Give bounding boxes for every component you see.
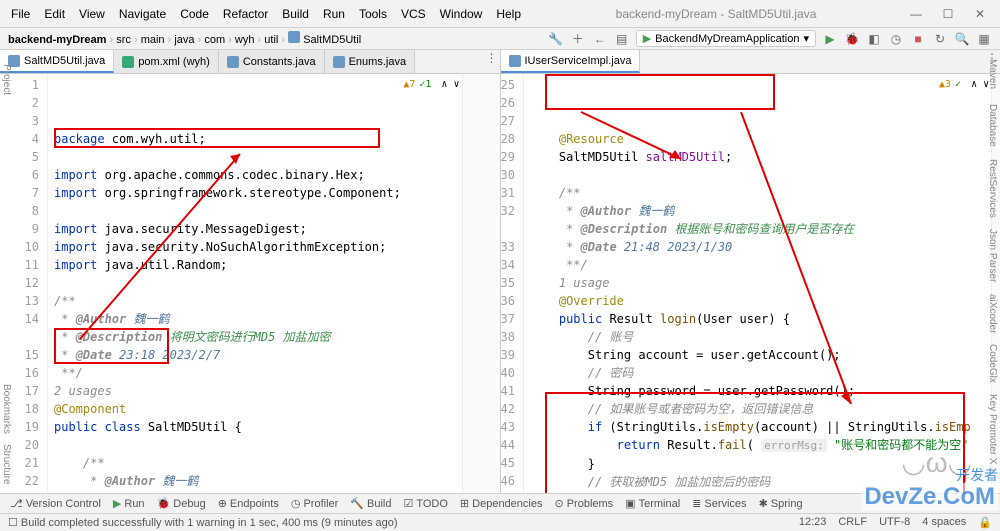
bt-debug[interactable]: 🐞 Debug bbox=[153, 497, 210, 510]
tab-iuserserviceimpl[interactable]: IUserServiceImpl.java bbox=[501, 50, 641, 73]
debug-button[interactable]: 🐞 bbox=[844, 31, 860, 47]
editor-right[interactable]: 2526272829303132333435363738394041424344… bbox=[501, 74, 1000, 500]
close-icon[interactable]: ✕ bbox=[968, 7, 992, 21]
sidetool-maven[interactable]: Maven bbox=[986, 55, 999, 93]
class-icon bbox=[227, 56, 239, 68]
chevron-down-icon: ▾ bbox=[803, 32, 809, 45]
menu-navigate[interactable]: Navigate bbox=[112, 4, 173, 24]
tab-list-icon[interactable]: ⋮ bbox=[484, 50, 500, 66]
tab-pom[interactable]: pom.xml (wyh) bbox=[114, 50, 219, 73]
bt-run[interactable]: ▶ Run bbox=[109, 497, 149, 510]
menu-run[interactable]: Run bbox=[316, 4, 352, 24]
encoding[interactable]: UTF-8 bbox=[879, 516, 910, 529]
settings-icon[interactable]: ▦ bbox=[976, 31, 992, 47]
lock-icon[interactable]: 🔒 bbox=[978, 516, 992, 529]
sidetool-keypromoter[interactable]: Key Promoter X bbox=[986, 390, 999, 469]
run-config-name: BackendMyDreamApplication bbox=[655, 33, 799, 45]
titlebar: File Edit View Navigate Code Refactor Bu… bbox=[0, 0, 1000, 28]
maximize-icon[interactable]: ☐ bbox=[936, 7, 960, 21]
tab-saltmd5util[interactable]: SaltMD5Util.java bbox=[0, 50, 114, 73]
menu-tools[interactable]: Tools bbox=[352, 4, 394, 24]
wrench-icon[interactable]: 🔧 bbox=[548, 31, 564, 47]
editor-left[interactable]: 1234567891011121314151617181920212223 ▲7… bbox=[0, 74, 501, 500]
class-icon bbox=[333, 56, 345, 68]
minimize-icon[interactable]: — bbox=[904, 7, 928, 21]
bottom-toolbar: ⎇ Version Control ▶ Run 🐞 Debug ⊕ Endpoi… bbox=[0, 493, 1000, 513]
editor-tabs: SaltMD5Util.java pom.xml (wyh) Constants… bbox=[0, 50, 1000, 74]
sidetool-database[interactable]: Database bbox=[986, 100, 999, 151]
bt-spring[interactable]: ✱ Spring bbox=[755, 497, 807, 510]
bt-version-control[interactable]: ⎇ Version Control bbox=[6, 497, 105, 510]
indent[interactable]: 4 spaces bbox=[922, 516, 966, 529]
menu-help[interactable]: Help bbox=[489, 4, 528, 24]
run-config-selector[interactable]: ▶ BackendMyDreamApplication ▾ bbox=[636, 30, 816, 47]
sidetool-bookmarks[interactable]: Bookmarks bbox=[0, 380, 13, 438]
back-icon[interactable]: ← bbox=[592, 31, 608, 47]
menu-refactor[interactable]: Refactor bbox=[216, 4, 275, 24]
run-button[interactable]: ▶ bbox=[822, 31, 838, 47]
menu-window[interactable]: Window bbox=[433, 4, 490, 24]
run-icon: ▶ bbox=[643, 32, 651, 45]
status-message: ☐ Build completed successfully with 1 wa… bbox=[8, 516, 398, 529]
menu-view[interactable]: View bbox=[72, 4, 112, 24]
breadcrumb[interactable]: backend-myDream › src › main › java › co… bbox=[8, 31, 361, 46]
line-separator[interactable]: CRLF bbox=[838, 516, 867, 529]
sidetool-restservices[interactable]: RestServices bbox=[986, 155, 999, 222]
menu-vcs[interactable]: VCS bbox=[394, 4, 433, 24]
bt-profiler[interactable]: ◷ Profiler bbox=[287, 497, 342, 510]
cursor-position[interactable]: 12:23 bbox=[799, 516, 827, 529]
tabs-left-split: SaltMD5Util.java pom.xml (wyh) Constants… bbox=[0, 50, 501, 73]
menu-build[interactable]: Build bbox=[275, 4, 316, 24]
bt-services[interactable]: ≣ Services bbox=[688, 497, 750, 510]
sidetool-structure[interactable]: Structure bbox=[0, 440, 13, 489]
tabs-right-split: IUserServiceImpl.java ⋮ bbox=[501, 50, 1000, 73]
nav-toolbar: backend-myDream › src › main › java › co… bbox=[0, 28, 1000, 50]
sidetool-jsonparser[interactable]: Json Parser bbox=[986, 225, 999, 286]
update-icon[interactable]: ↻ bbox=[932, 31, 948, 47]
window-title: backend-myDream - SaltMD5Util.java bbox=[528, 7, 904, 21]
stop-button[interactable]: ■ bbox=[910, 31, 926, 47]
bt-todo[interactable]: ☑ TODO bbox=[399, 497, 451, 510]
inspection-badge[interactable]: ▲3✓ ∧ ∨ bbox=[939, 76, 989, 94]
main-menu: File Edit View Navigate Code Refactor Bu… bbox=[4, 4, 528, 24]
inspection-badge[interactable]: ▲7✓1 ∧ ∨ bbox=[403, 76, 459, 94]
markers-left[interactable] bbox=[462, 74, 500, 500]
search-icon[interactable]: 🔍 bbox=[954, 31, 970, 47]
bt-dependencies[interactable]: ⊞ Dependencies bbox=[456, 497, 547, 510]
sidetool-codeglx[interactable]: CodeGlx bbox=[986, 340, 999, 387]
class-icon bbox=[509, 55, 521, 67]
menu-icon[interactable]: ▤ bbox=[614, 31, 630, 47]
tab-constants[interactable]: Constants.java bbox=[219, 50, 325, 73]
bt-build[interactable]: 🔨 Build bbox=[346, 497, 395, 510]
bt-endpoints[interactable]: ⊕ Endpoints bbox=[214, 497, 283, 510]
maven-icon bbox=[122, 56, 134, 68]
code-right[interactable]: ▲3✓ ∧ ∨ @Resource SaltMD5Util saltMD5Uti… bbox=[524, 74, 991, 500]
add-config-icon[interactable]: ＋ bbox=[570, 31, 586, 47]
menu-edit[interactable]: Edit bbox=[37, 4, 72, 24]
bt-terminal[interactable]: ▣ Terminal bbox=[621, 497, 684, 510]
window-controls: — ☐ ✕ bbox=[904, 7, 996, 21]
editor-split: 1234567891011121314151617181920212223 ▲7… bbox=[0, 74, 1000, 500]
code-left[interactable]: ▲7✓1 ∧ ∨ package com.wyh.util; import or… bbox=[48, 74, 462, 500]
coverage-button[interactable]: ◧ bbox=[866, 31, 882, 47]
bt-problems[interactable]: ⊙ Problems bbox=[550, 497, 617, 510]
statusbar: ☐ Build completed successfully with 1 wa… bbox=[0, 513, 1000, 531]
class-icon bbox=[288, 31, 300, 43]
menu-code[interactable]: Code bbox=[173, 4, 216, 24]
gutter-right[interactable]: 2526272829303132333435363738394041424344… bbox=[501, 74, 524, 500]
sidetool-aixcoder[interactable]: aiXcoder bbox=[986, 290, 999, 337]
profile-button[interactable]: ◷ bbox=[888, 31, 904, 47]
sidetool-project[interactable]: Project bbox=[0, 60, 13, 99]
tab-enums[interactable]: Enums.java bbox=[325, 50, 415, 73]
menu-file[interactable]: File bbox=[4, 4, 37, 24]
